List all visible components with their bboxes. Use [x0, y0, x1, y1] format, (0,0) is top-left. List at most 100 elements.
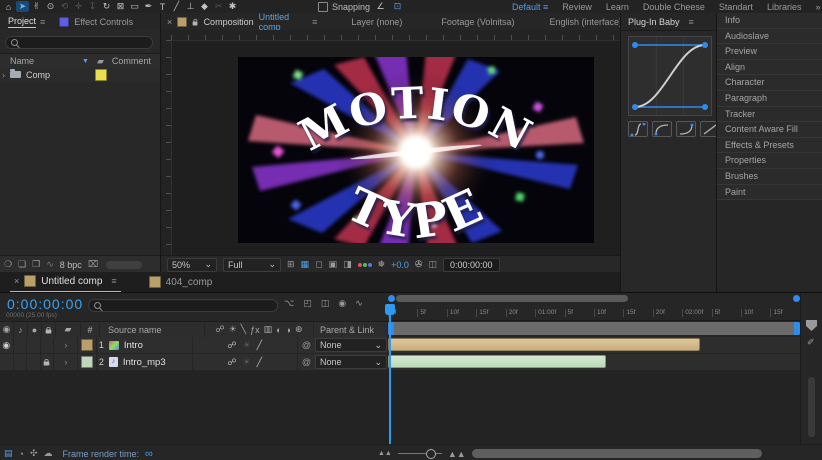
layer1-parent-dropdown[interactable]: None⌄ [315, 338, 387, 352]
layer2-name[interactable]: Intro_mp3 [123, 357, 166, 368]
zoom-out-mountain-icon[interactable]: ▲▲ [378, 450, 392, 457]
comp-marker-button[interactable] [806, 320, 817, 331]
viewer-tab-close-icon[interactable]: × [167, 17, 172, 27]
fast-previews-icon[interactable]: ❅ [378, 259, 386, 270]
work-area-bar[interactable] [388, 322, 800, 335]
column-comment-label[interactable]: Comment [112, 56, 151, 66]
switches-column-header[interactable]: ☍☀ ╲ƒx ▥◐ ◑⊕ [205, 322, 314, 337]
sidebar-item-effects-presets[interactable]: Effects & Presets [716, 138, 822, 154]
sort-arrow-icon[interactable]: ▼ [82, 58, 89, 65]
layer2-parent-pickwhip-icon[interactable]: @ [302, 357, 311, 367]
region-of-interest-icon[interactable]: ◻ [315, 259, 322, 270]
sidebar-item-info[interactable]: Info [716, 13, 822, 29]
sidebar-item-paragraph[interactable]: Paragraph [716, 91, 822, 107]
render-queue-icon[interactable]: ◔ [19, 449, 24, 459]
timeline-tab-untitled-comp[interactable]: × Untitled comp ≡ [10, 271, 121, 293]
layer2-shy-icon[interactable]: ☀ [243, 357, 251, 368]
frame-blending-icon[interactable]: ◫ [321, 298, 330, 309]
navigator-thumb[interactable] [396, 295, 628, 302]
layer1-collapse-icon[interactable]: ☍ [227, 340, 236, 351]
layer1-color-chip[interactable] [78, 337, 96, 353]
project-item-comp[interactable]: › Comp [0, 67, 162, 82]
lock-column-icon[interactable] [42, 322, 56, 337]
navigator-start-handle[interactable] [388, 295, 395, 302]
column-name-label[interactable]: Name [10, 56, 34, 66]
plugin-panel-menu-icon[interactable]: ≡ [689, 17, 694, 27]
workspace-libraries[interactable]: Libraries [767, 2, 802, 12]
orbit-camera-tool[interactable]: ⟲ [58, 1, 71, 12]
timeline-zoom-slider[interactable] [398, 453, 442, 454]
graph-editor-icon[interactable]: ∿ [355, 298, 363, 309]
show-snapshot-icon[interactable]: ◫ [428, 259, 437, 270]
item-label-color-chip[interactable] [95, 69, 107, 81]
timeline-panel-menu-icon[interactable]: ≡ [111, 276, 116, 286]
pen-tool[interactable]: ✒ [142, 1, 155, 12]
project-search-input[interactable] [5, 36, 153, 49]
viewer-ruler-vertical[interactable] [161, 40, 172, 255]
timeline-tab-404-comp[interactable]: 404_comp [149, 276, 213, 288]
layer1-lock-cell[interactable] [41, 337, 55, 353]
layer1-duration-bar[interactable] [388, 338, 700, 351]
timeline-current-timecode[interactable]: 0:00:00:00 [7, 296, 83, 312]
timeline-tab-close-icon[interactable]: × [14, 276, 19, 286]
layer1-solo-cell[interactable] [27, 337, 41, 353]
sidebar-item-tracker[interactable]: Tracker [716, 107, 822, 123]
pan-camera-tool[interactable]: ✛ [72, 1, 85, 12]
zoom-tool[interactable]: ⊙ [44, 1, 57, 12]
preview-timecode[interactable]: 0:00:00:00 [443, 258, 500, 272]
waveform-icon[interactable]: ∿ [46, 259, 54, 270]
ease-curve-editor[interactable] [628, 36, 712, 116]
workspace-review[interactable]: Review [562, 2, 592, 12]
zoom-in-mountain-icon[interactable]: ▲▲ [448, 449, 466, 459]
bit-depth-button[interactable]: 8 bpc [60, 260, 82, 270]
layer2-lock-icon[interactable] [41, 354, 55, 370]
time-navigator-track[interactable] [388, 295, 800, 302]
sidebar-item-brushes[interactable]: Brushes [716, 169, 822, 185]
playhead-line[interactable] [389, 304, 391, 444]
roto-brush-tool[interactable]: ✂ [212, 1, 225, 12]
sidebar-item-character[interactable]: Character [716, 75, 822, 91]
timeline-search-input[interactable] [88, 299, 278, 312]
camera-tool[interactable]: ⊠ [114, 1, 127, 12]
workspace-standart[interactable]: Standart [719, 2, 753, 12]
sidebar-item-properties[interactable]: Properties [716, 153, 822, 169]
rectangle-tool[interactable]: ▭ [128, 1, 141, 12]
layer1-name[interactable]: Intro [124, 340, 143, 351]
selection-tool[interactable]: ➤ [16, 1, 29, 12]
comp-mini-flowchart-icon[interactable]: ⌥ [284, 298, 294, 309]
preset-ease-in-button[interactable] [676, 121, 696, 137]
viewer-panel-menu-icon[interactable]: ≡ [312, 17, 317, 27]
tab-project[interactable]: Project [8, 16, 36, 28]
timeline-horizontal-scrollbar[interactable] [472, 449, 762, 458]
timeline-ruler[interactable]: 0f 5f 10f 15f 20f 01:00f 5f 10f 15f 20f … [388, 304, 800, 321]
layer1-parent-pickwhip-icon[interactable]: @ [302, 340, 311, 350]
layer2-parent-dropdown[interactable]: None⌄ [315, 355, 387, 369]
number-column-header[interactable]: # [81, 322, 100, 337]
cloud-icon[interactable]: ☁ [44, 448, 53, 459]
divider-right[interactable] [716, 13, 717, 292]
new-folder-icon[interactable]: ❏ [18, 259, 26, 270]
channels-icon[interactable] [358, 263, 372, 267]
layer1-audio-cell[interactable] [14, 337, 28, 353]
sidebar-item-audioslave[interactable]: Audioslave [716, 29, 822, 45]
layer2-expander-icon[interactable]: › [54, 354, 78, 370]
brush-tool[interactable]: ╱ [170, 1, 183, 12]
preset-ease-both-button[interactable] [628, 121, 648, 137]
label-column-icon[interactable]: ▰ [97, 56, 104, 67]
layer-row-intro[interactable]: ◉ › 1 Intro ☍ ☀ ╱ @ None⌄ [0, 337, 388, 354]
draft-3d-icon[interactable]: ◰ [303, 298, 312, 309]
layer2-audio-cell[interactable] [14, 354, 28, 370]
layer2-solo-cell[interactable] [27, 354, 41, 370]
motion-blur-icon[interactable]: ◉ [338, 298, 346, 309]
layer1-quality-icon[interactable]: ╱ [257, 340, 262, 351]
pixel-aspect-icon[interactable]: ◨ [343, 259, 352, 270]
trash-icon[interactable]: ⌧ [88, 259, 98, 270]
flowchart-icon[interactable]: ✣ [30, 448, 38, 459]
home-button[interactable]: ⌂ [2, 1, 15, 12]
navigator-end-handle[interactable] [793, 295, 800, 302]
divider-center[interactable] [620, 13, 621, 292]
workspace-default[interactable]: Default ≡ [512, 2, 548, 12]
tab-composition-label[interactable]: Composition [204, 17, 254, 27]
resolution-dropdown[interactable]: Full⌄ [223, 258, 281, 272]
clone-stamp-tool[interactable]: ⊥ [184, 1, 197, 12]
